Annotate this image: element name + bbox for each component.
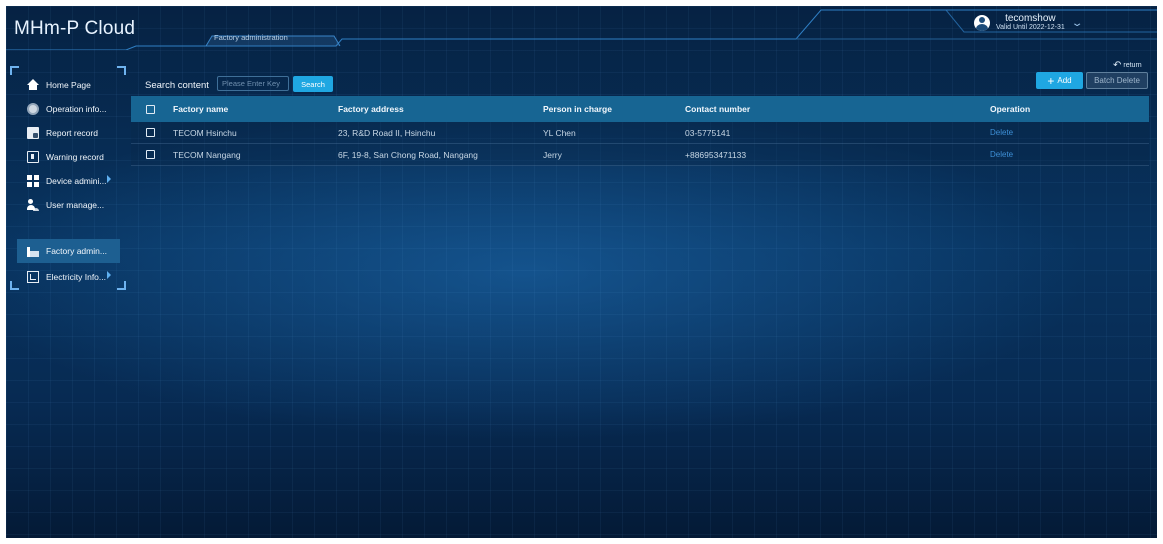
select-all-checkbox[interactable] <box>146 104 155 114</box>
row-select-cell <box>146 122 155 143</box>
row-checkbox[interactable] <box>146 128 155 137</box>
avatar-icon <box>974 15 990 31</box>
sidebar-item-report-record[interactable]: Report record <box>17 121 120 145</box>
plus-icon: + <box>1047 73 1055 88</box>
device-icon <box>27 175 39 187</box>
factory-address-cell: 6F, 19-8, San Chong Road, Nangang <box>338 149 478 160</box>
sidebar-item-warning-record[interactable]: Warning record <box>17 145 120 169</box>
column-header-factory-address[interactable]: Factory address <box>338 96 404 122</box>
sidebar-item-electricity-info[interactable]: Electricity Info... <box>17 265 120 289</box>
app-frame: MHm-P Cloud Factory administration tecom… <box>6 6 1157 538</box>
report-icon <box>27 127 39 139</box>
submenu-arrow-icon <box>107 271 111 279</box>
delete-link[interactable]: Delete <box>990 144 1013 165</box>
app-title: MHm-P Cloud <box>14 18 136 39</box>
column-header-operation: Operation <box>990 104 1031 114</box>
person-in-charge-cell: Jerry <box>543 149 562 160</box>
table-row: TECOM Hsinchu 23, R&D Road II, Hsinchu Y… <box>131 122 1149 144</box>
return-label: return <box>1123 62 1142 69</box>
sidebar-item-label: Operation info... <box>46 104 107 114</box>
table-header: Factory name Factory address Person in c… <box>131 96 1149 122</box>
column-header-contact-number[interactable]: Contact number <box>685 96 750 122</box>
sidebar-item-label: Electricity Info... <box>46 272 106 282</box>
add-button-label: Add <box>1057 76 1072 85</box>
select-all-cell <box>146 96 155 122</box>
contact-number-cell: +886953471133 <box>685 149 747 160</box>
warning-icon <box>27 151 39 163</box>
table-row: TECOM Nangang 6F, 19-8, San Chong Road, … <box>131 144 1149 166</box>
batch-delete-button[interactable]: Batch Delete <box>1086 72 1148 89</box>
person-in-charge-cell: YL Chen <box>543 127 576 138</box>
row-select-cell <box>146 144 155 165</box>
sidebar-item-factory-administration[interactable]: Factory admin... <box>17 239 120 263</box>
sidebar-item-label: Factory admin... <box>46 246 107 256</box>
electricity-icon <box>27 271 39 283</box>
tab-factory-administration[interactable]: Factory administration <box>214 33 288 42</box>
sidebar-item-operation-info[interactable]: Operation info... <box>17 97 120 121</box>
user-info: tecomshow Valid Until 2022-12-31 <box>996 14 1065 32</box>
header: MHm-P Cloud Factory administration tecom… <box>6 6 1157 50</box>
sidebar: Home Page Operation info... Report recor… <box>10 66 126 290</box>
sidebar-item-label: Device admini... <box>46 176 107 186</box>
add-button[interactable]: + Add <box>1036 72 1083 89</box>
sidebar-item-label: Home Page <box>46 80 91 90</box>
submenu-arrow-icon <box>107 175 111 183</box>
operation-icon <box>27 103 39 115</box>
factory-icon <box>27 245 39 257</box>
user-menu[interactable]: tecomshow Valid Until 2022-12-31 ⌄ <box>974 8 1084 38</box>
search-input[interactable] <box>217 76 289 91</box>
sidebar-item-label: Report record <box>46 128 98 138</box>
factory-name-cell: TECOM Hsinchu <box>173 127 237 138</box>
sidebar-item-device-administration[interactable]: Device admini... <box>17 169 120 193</box>
row-checkbox[interactable] <box>146 150 155 159</box>
chevron-down-icon[interactable]: ⌄ <box>1071 18 1084 29</box>
user-valid-until: Valid Until 2022-12-31 <box>996 24 1065 31</box>
sidebar-item-user-management[interactable]: User manage... <box>17 193 120 217</box>
column-header-person-in-charge[interactable]: Person in charge <box>543 96 612 122</box>
return-arrow-icon: ↶ <box>1113 60 1122 71</box>
factory-table: Factory name Factory address Person in c… <box>131 96 1149 166</box>
user-icon <box>27 199 39 211</box>
home-icon <box>27 79 39 91</box>
factory-name-cell: TECOM Nangang <box>173 149 241 160</box>
sidebar-item-label: User manage... <box>46 200 105 210</box>
search-button[interactable]: Search <box>293 76 333 92</box>
factory-address-cell: 23, R&D Road II, Hsinchu <box>338 127 436 138</box>
contact-number-cell: 03-5775141 <box>685 127 731 138</box>
sidebar-item-label: Warning record <box>46 152 104 162</box>
delete-link[interactable]: Delete <box>990 122 1013 143</box>
column-header-factory-name[interactable]: Factory name <box>173 96 228 122</box>
user-name: tecomshow <box>1005 13 1056 24</box>
search-label: Search content <box>145 80 209 91</box>
sidebar-item-home-page[interactable]: Home Page <box>17 73 120 97</box>
return-link[interactable]: ↶ return <box>1113 60 1142 71</box>
